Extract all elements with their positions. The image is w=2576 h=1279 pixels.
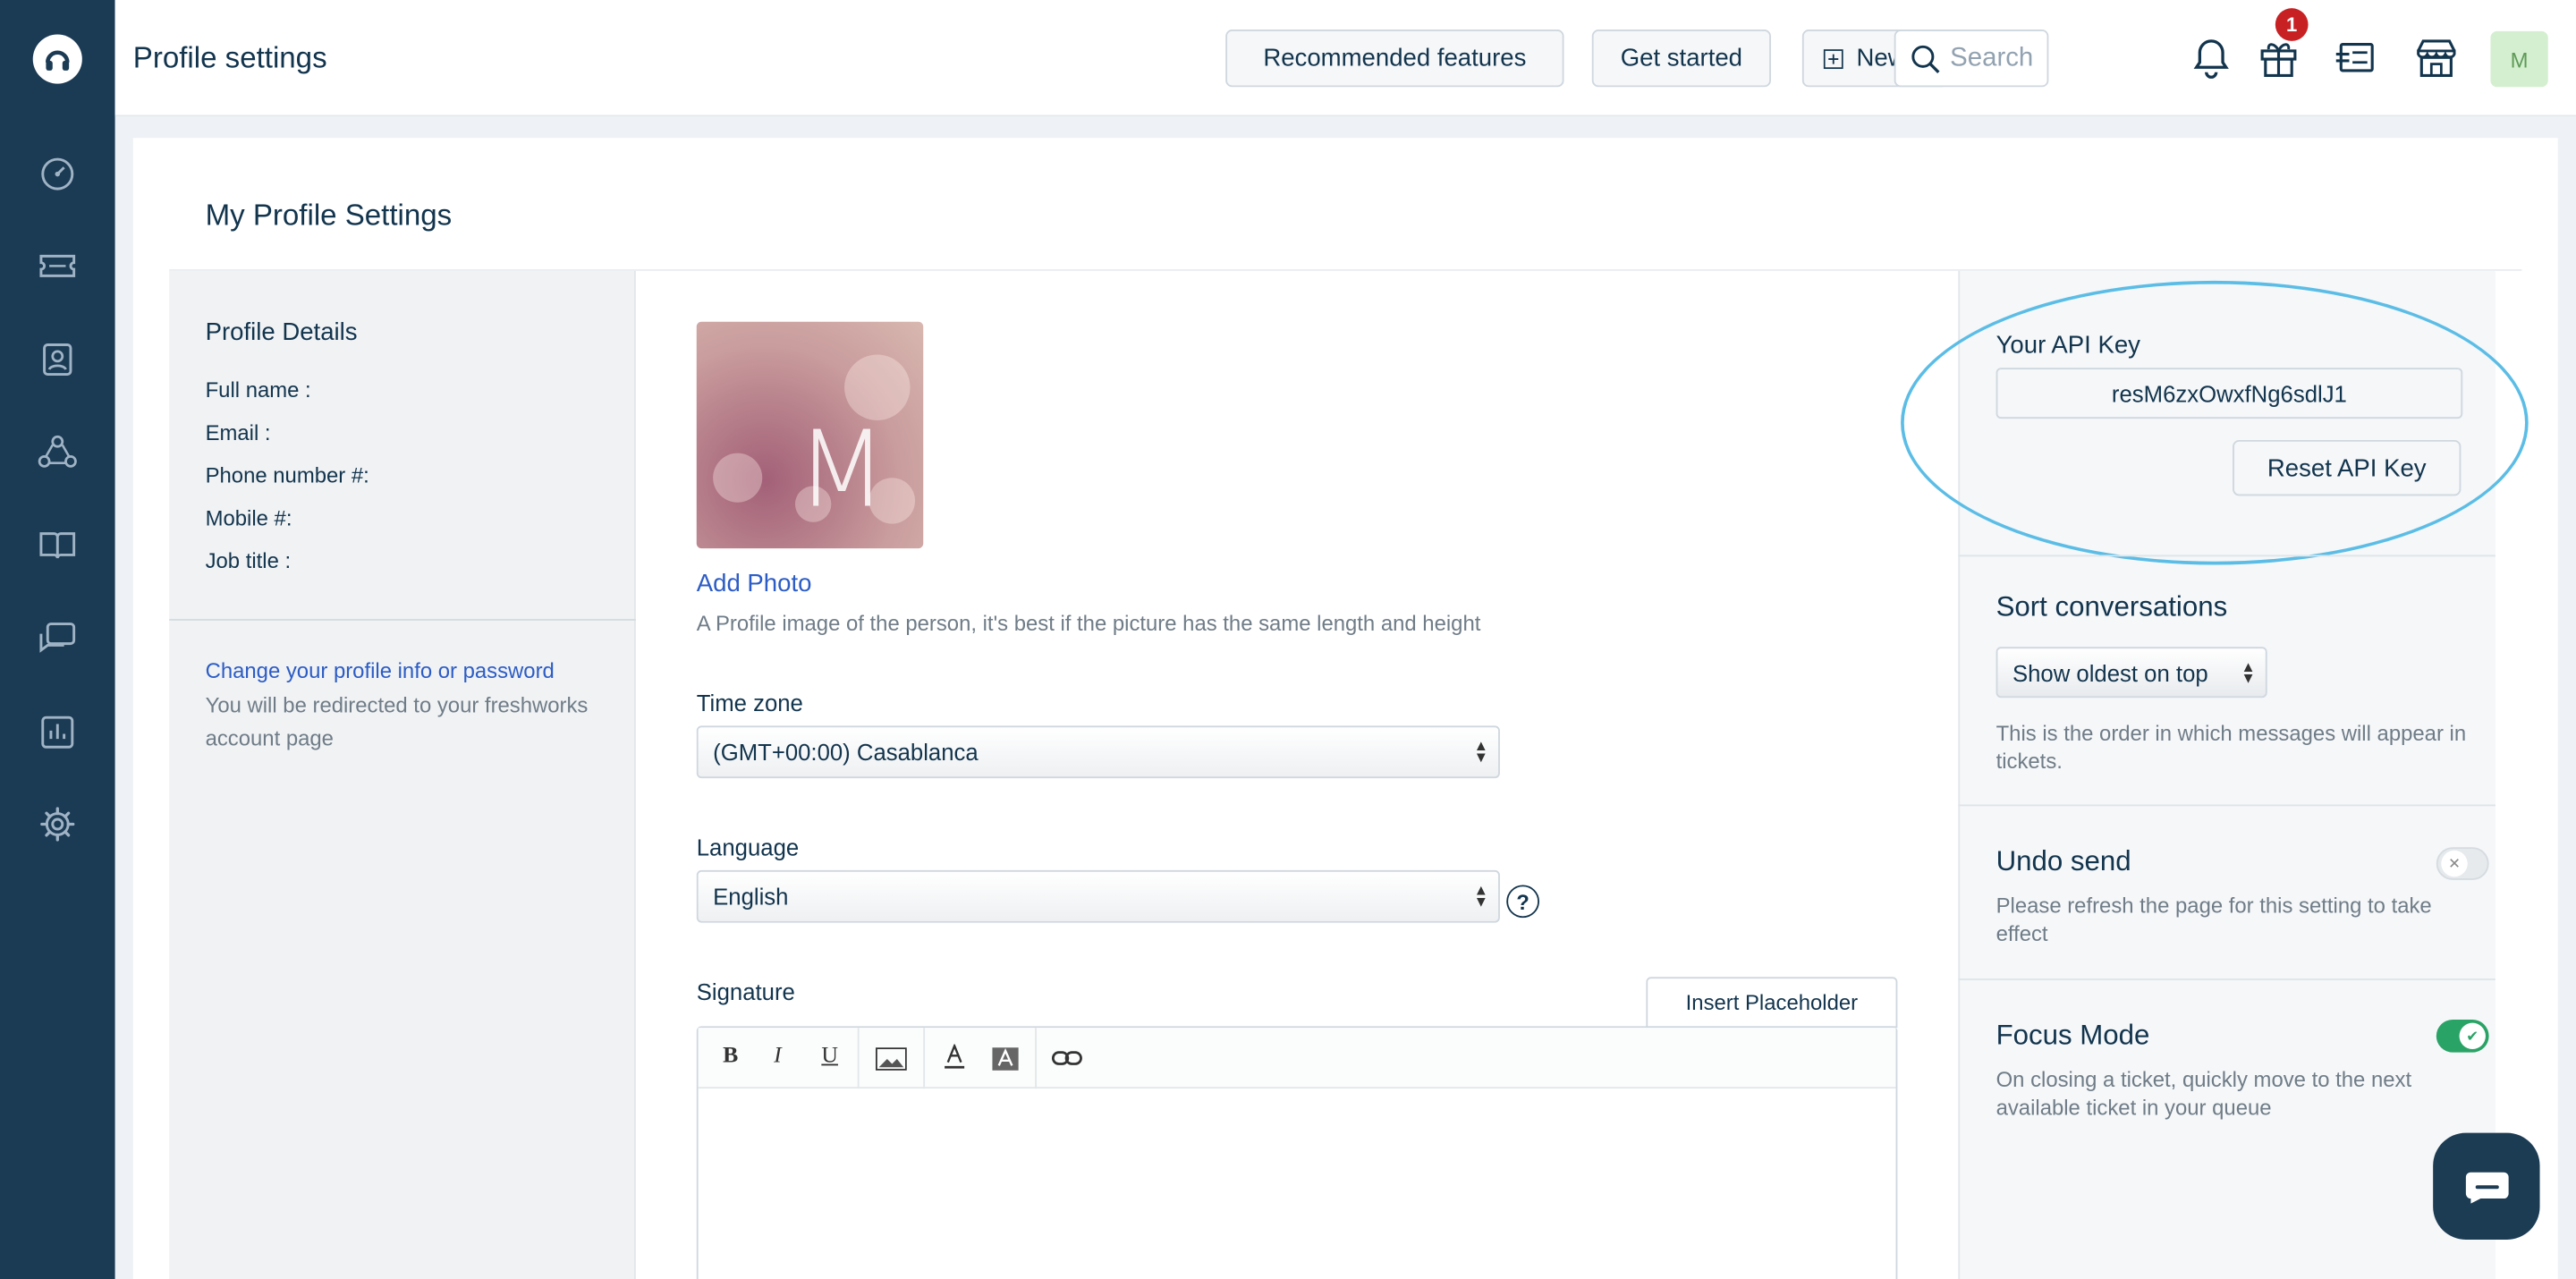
notifications-bell-icon[interactable] (2183, 30, 2239, 85)
highlight-annotation-ellipse (1901, 280, 2529, 565)
search-placeholder: Search (1950, 43, 2034, 72)
help-question-icon[interactable]: ? (1506, 885, 1539, 919)
toggle-on-check-icon: ✔ (2459, 1022, 2486, 1050)
sort-conversations-select[interactable]: Show oldest on top ▲ ▼ (1996, 647, 2267, 699)
toolbar-divider (1035, 1028, 1037, 1089)
chat-widget-button[interactable] (2433, 1132, 2540, 1240)
select-arrows-icon: ▲ ▼ (1473, 881, 1489, 910)
photo-hint: A Profile image of the person, it's best… (696, 610, 1481, 636)
photo-initial: M (796, 410, 887, 532)
field-full-name: Full name : (205, 377, 311, 402)
signature-editor[interactable]: B I U (696, 1026, 1898, 1279)
undo-send-note: Please refresh the page for this setting… (1996, 893, 2432, 946)
timezone-select[interactable]: (GMT+00:00) Casablanca ▲ ▼ (696, 725, 1500, 779)
panel-divider (1958, 555, 2496, 557)
dashboard-icon[interactable] (36, 153, 79, 196)
italic-button[interactable]: I (774, 1045, 782, 1071)
section-title: My Profile Settings (205, 199, 453, 232)
field-job-title: Job title : (205, 548, 292, 573)
app-root: Profile settings Recommended features Ge… (0, 0, 2576, 1279)
main-content: My Profile Settings Profile Details Full… (132, 138, 2558, 1279)
user-avatar[interactable]: M (2490, 30, 2548, 88)
select-arrows-icon: ▲ ▼ (2241, 658, 2256, 687)
language-select[interactable]: English ▲ ▼ (696, 869, 1500, 923)
insert-image-icon[interactable] (875, 1047, 907, 1079)
sort-conversations-heading: Sort conversations (1996, 590, 2228, 623)
search-icon (1911, 44, 1940, 73)
change-profile-link[interactable]: Change your profile info or password (206, 658, 555, 683)
change-profile-note: You will be redirected to your freshwork… (205, 692, 589, 750)
search-input[interactable]: Search (1894, 30, 2049, 88)
sort-note: This is the order in which messages will… (1996, 720, 2467, 774)
underline-button[interactable]: U (821, 1045, 838, 1071)
solutions-icon[interactable] (36, 524, 79, 567)
timezone-label: Time zone (696, 689, 803, 716)
apps-ticket-icon[interactable] (2328, 30, 2384, 85)
background-color-icon[interactable] (992, 1047, 1019, 1079)
add-photo-link[interactable]: Add Photo (697, 570, 812, 597)
timezone-value: (GMT+00:00) Casablanca (713, 739, 979, 766)
page-title: Profile settings (132, 40, 327, 74)
bold-button[interactable]: B (723, 1045, 738, 1071)
font-color-icon[interactable] (943, 1043, 966, 1080)
sidebar (0, 0, 115, 1279)
admin-gear-icon[interactable] (36, 803, 79, 846)
profile-photo[interactable]: M (696, 321, 924, 549)
field-phone: Phone number #: (205, 462, 369, 488)
undo-send-heading: Undo send (1996, 845, 2131, 877)
notification-badge: 1 (2275, 8, 2309, 41)
panel-divider (169, 619, 636, 621)
chat-bubble-icon (2464, 1171, 2508, 1203)
insert-placeholder-button[interactable]: Insert Placeholder (1646, 977, 1898, 1029)
sort-value: Show oldest on top (2012, 659, 2208, 686)
language-label: Language (696, 834, 800, 860)
contacts-icon[interactable] (36, 338, 79, 381)
field-email: Email : (205, 419, 271, 445)
language-value: English (713, 883, 789, 910)
editor-toolbar: B I U (698, 1028, 1896, 1089)
toggle-off-x-icon: ✕ (2441, 850, 2468, 877)
plus-square-icon (1823, 48, 1843, 69)
profile-details-panel: Profile Details Full name : Email : Phon… (169, 270, 636, 1279)
signature-label: Signature (696, 978, 795, 1005)
insert-link-icon[interactable] (1051, 1049, 1084, 1077)
marketplace-store-icon[interactable] (2409, 30, 2464, 85)
panel-divider (1958, 804, 2496, 807)
tickets-icon[interactable] (36, 245, 79, 288)
reports-icon[interactable] (36, 711, 79, 754)
focus-mode-note: On closing a ticket, quickly move to the… (1996, 1067, 2412, 1120)
toolbar-divider (857, 1028, 860, 1089)
toolbar-divider (923, 1028, 926, 1089)
focus-mode-heading: Focus Mode (1996, 1019, 2150, 1051)
panel-divider (1958, 978, 2496, 980)
field-mobile: Mobile #: (205, 505, 292, 530)
undo-send-toggle[interactable]: ✕ (2436, 847, 2489, 880)
groups-icon[interactable] (36, 430, 79, 473)
select-arrows-icon: ▲ ▼ (1473, 737, 1489, 766)
get-started-button[interactable]: Get started (1591, 30, 1771, 88)
forums-icon[interactable] (36, 617, 79, 660)
focus-mode-toggle[interactable]: ✔ (2436, 1019, 2489, 1053)
profile-details-heading: Profile Details (205, 318, 358, 347)
freshdesk-logo-icon[interactable] (32, 34, 82, 84)
recommended-features-button[interactable]: Recommended features (1225, 30, 1564, 88)
